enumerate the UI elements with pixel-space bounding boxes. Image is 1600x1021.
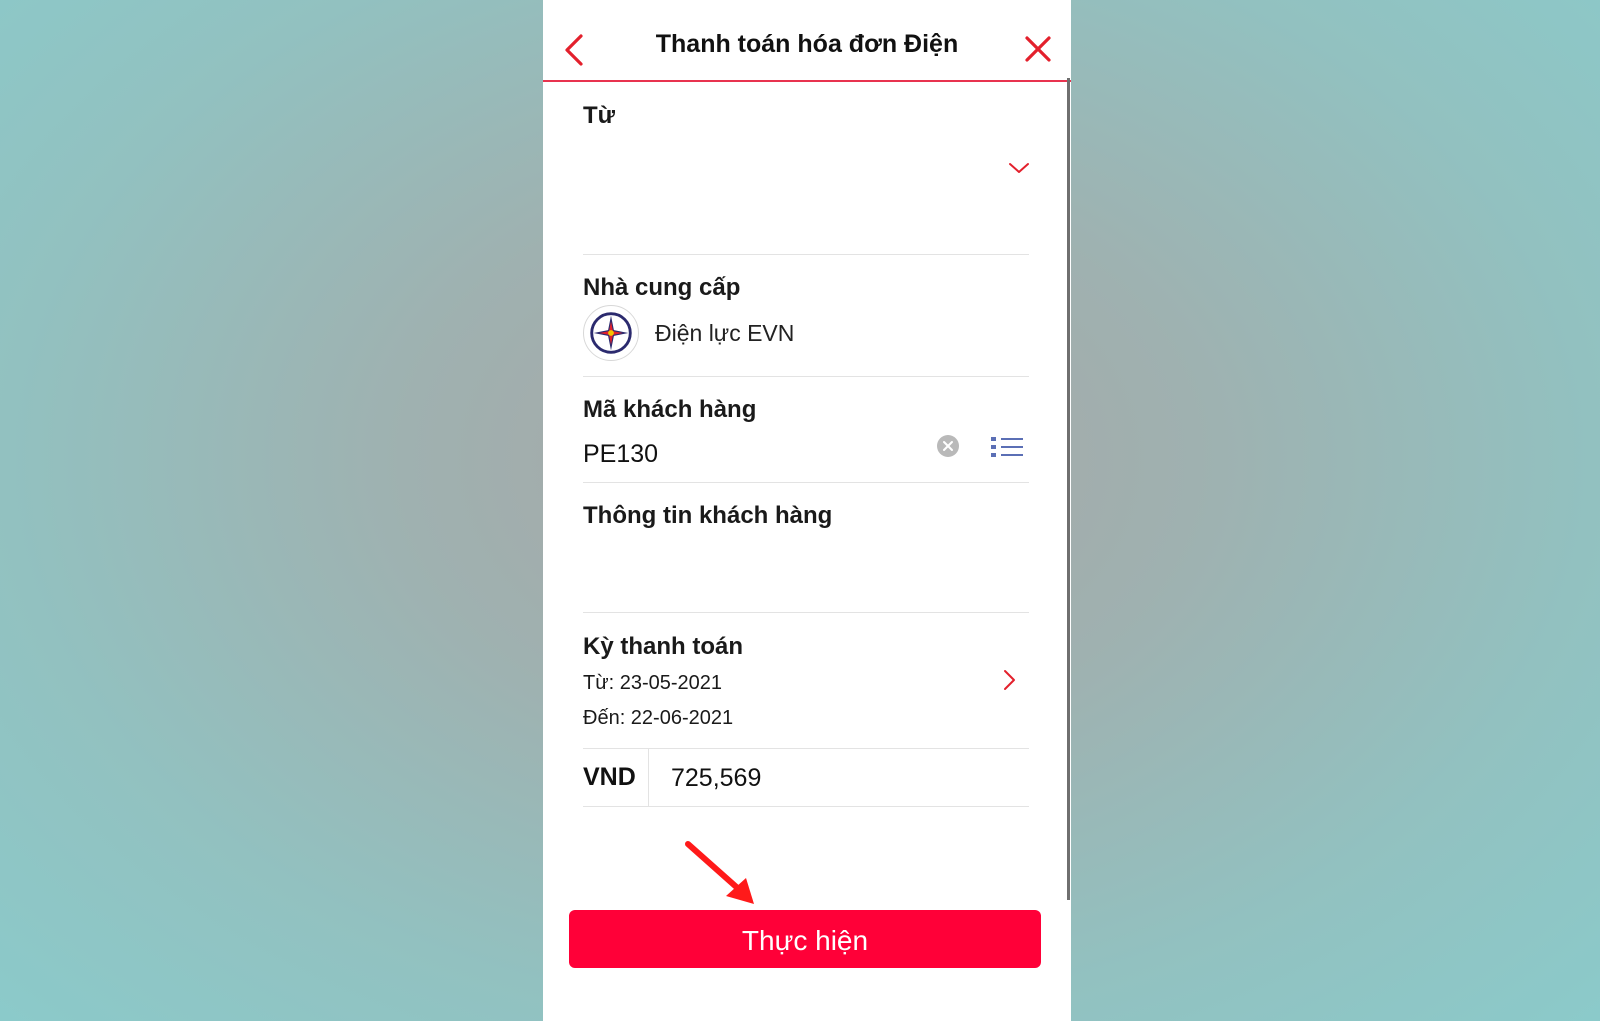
chevron-right-icon[interactable] [1001, 668, 1017, 692]
scrollbar[interactable] [1067, 78, 1070, 900]
list-icon[interactable] [990, 435, 1024, 459]
back-arrow-icon[interactable] [561, 32, 587, 68]
billing-period-label: Kỳ thanh toán [583, 633, 743, 660]
annotation-arrow-icon [685, 841, 754, 904]
divider [583, 254, 1029, 255]
close-icon[interactable] [1023, 34, 1053, 64]
provider-label: Nhà cung cấp [583, 274, 741, 301]
divider [583, 376, 1029, 377]
divider [583, 806, 1029, 807]
clear-icon[interactable] [936, 434, 960, 458]
amount-input[interactable] [671, 760, 1011, 796]
provider-name: Điện lực EVN [655, 320, 795, 346]
customer-info-label: Thông tin khách hàng [583, 502, 833, 529]
currency-label: VND [583, 763, 636, 791]
customer-code-label: Mã khách hàng [583, 396, 757, 423]
from-label: Từ [583, 102, 616, 129]
divider [583, 748, 1029, 749]
chevron-down-icon[interactable] [1007, 160, 1031, 176]
period-to: Đến: 22-06-2021 [583, 707, 734, 729]
phone-screen: Thanh toán hóa đơn Điện Từ Nhà cung cấp … [543, 0, 1071, 1021]
divider [583, 612, 1029, 613]
source-account-dropdown[interactable] [583, 140, 1029, 210]
evn-logo-icon [583, 305, 639, 361]
submit-button[interactable]: Thực hiện [569, 910, 1041, 968]
currency-separator [648, 748, 649, 806]
period-from: Từ: 23-05-2021 [583, 672, 723, 694]
app-header: Thanh toán hóa đơn Điện [543, 0, 1071, 82]
page-title: Thanh toán hóa đơn Điện [655, 30, 959, 58]
customer-code-input[interactable] [583, 437, 663, 471]
divider [583, 482, 1029, 483]
